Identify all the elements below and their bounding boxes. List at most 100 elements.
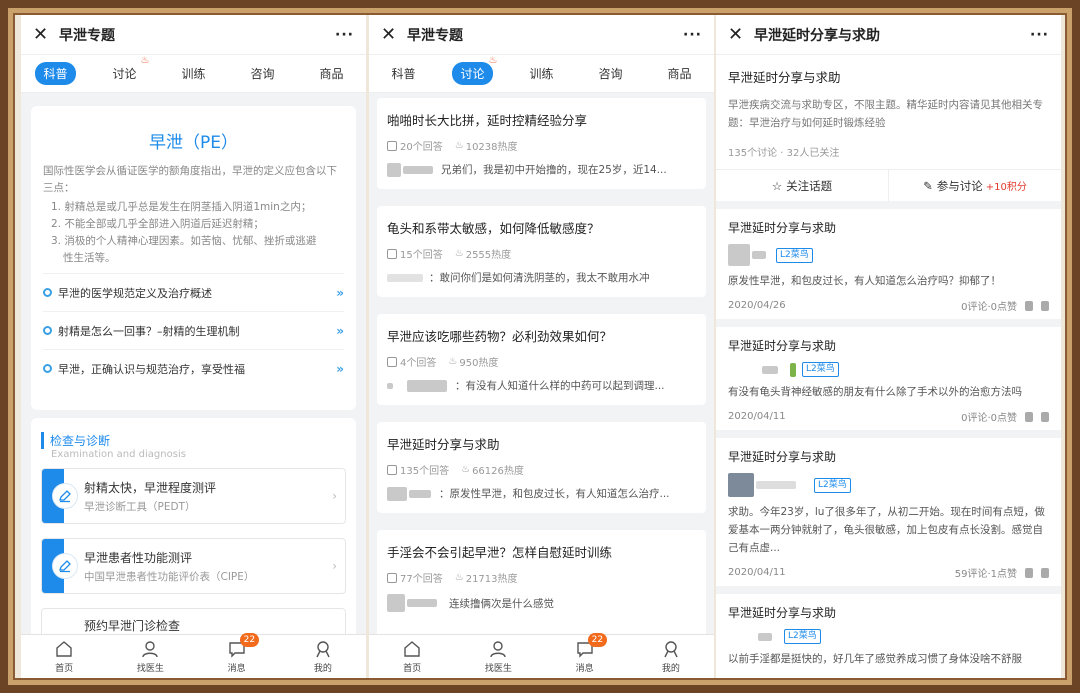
article-link[interactable]: 射精是怎么一回事？–射精的生理机制 »	[43, 311, 344, 349]
page-title: 早泄专题	[407, 27, 463, 44]
post-card[interactable]: 早泄延时分享与求助 135个回答 ♨ 66126热度 ：原发性早泄，和包皮过长，有人…	[377, 422, 706, 513]
discussion-entry[interactable]: 早泄延时分享与求助 L2菜鸟 原发性早泄，和包皮过长，有人知道怎么治疗吗？抑郁了…	[716, 209, 1061, 327]
pe-point: 1. 射精总是或几乎总是发生在阴茎插入阴道1min之内；	[51, 201, 312, 213]
assessment-tool-cipe[interactable]: 早泄患者性功能测评 中国早泄患者性功能评价表（CIPE） ›	[41, 538, 346, 594]
username-blurred	[756, 481, 796, 489]
heat-count: 66126热度	[472, 466, 524, 477]
answer-icon	[387, 140, 397, 151]
more-icon[interactable]: ···	[335, 27, 354, 43]
user-level-badge: L2菜鸟	[784, 629, 821, 644]
pe-point: 2. 不能全部或几乎全部进入阴道后延迟射精；	[51, 218, 264, 230]
pe-intro: 国际性医学会从循证医学的额角度指出，早泄的定义应包含以下三点：	[43, 165, 337, 194]
answer-icon	[387, 356, 397, 367]
nav-messages[interactable]: 消息 22	[212, 633, 262, 674]
tab-discussion[interactable]: 讨论 ♨	[104, 55, 149, 85]
discussion-entry[interactable]: 早泄延时分享与求助 L2菜鸟 以前手淫都是挺快的，好几年了感觉养成习惯了身体没啥…	[716, 594, 1061, 678]
nav-home[interactable]: 首页	[387, 639, 437, 674]
more-icon[interactable]: ···	[1030, 27, 1049, 43]
reply-count: 4个回答	[400, 358, 437, 369]
post-meta: 135个回答 ♨ 66126热度	[387, 462, 696, 477]
mic-icon[interactable]	[1025, 567, 1033, 578]
user-level-badge: L2菜鸟	[802, 362, 839, 377]
edit-icon: ✎	[923, 178, 933, 193]
section-subtitle: Examination and diagnosis	[51, 449, 186, 460]
post-title: 早泄应该吃哪些药物？必利劲效果如何？	[387, 329, 613, 344]
post-excerpt: ：敢问你们是如何清洗阴茎的，我太不敢用水冲	[387, 270, 696, 285]
tab-products[interactable]: 商品	[659, 62, 699, 85]
join-discussion-button[interactable]: ✎ 参与讨论 +10积分	[888, 170, 1061, 201]
follow-topic-button[interactable]: ☆ 关注话题	[716, 170, 888, 201]
entry-date: 2020/04/11	[728, 567, 786, 578]
close-icon[interactable]: ✕	[381, 24, 407, 45]
article-link[interactable]: 早泄的医学规范定义及治疗概述 »	[43, 273, 344, 311]
tab-popular-science[interactable]: 科普	[35, 62, 76, 85]
tab-products[interactable]: 商品	[311, 62, 351, 85]
article-link[interactable]: 早泄，正确认识与规范治疗，享受性福 »	[43, 349, 344, 387]
nav-label: 找医生	[484, 664, 512, 674]
post-card[interactable]: 啪啪时长大比拼，延时控精经验分享 20个回答 ♨ 10238热度 兄弟们，我是初中开…	[377, 98, 706, 189]
bottom-nav: 首页 找医生 消息 22 我的	[369, 633, 714, 678]
nav-me[interactable]: 我的	[646, 639, 696, 674]
post-card[interactable]: 早泄应该吃哪些药物？必利劲效果如何？ 4个回答 ♨ 950热度 ：有没有人知道什么样…	[377, 314, 706, 405]
excerpt-text: 连续撸俩次是什么感觉	[449, 597, 554, 610]
screen-popular-science: ✕ 早泄专题 ··· 科普 讨论 ♨ 训练 咨询 商品 早泄（PE） 国际性医学会…	[21, 15, 366, 678]
reply-count: 77个回答	[400, 574, 443, 585]
post-card[interactable]: 手淫会不会引起早泄？怎样自慰延时训练 77个回答 ♨ 21713热度 连续撸俩次是什…	[377, 530, 706, 642]
entry-text: 原发性早泄，和包皮过长，有人知道怎么治疗吗？抑郁了！	[728, 275, 1001, 287]
discussion-entry[interactable]: 早泄延时分享与求助 L2菜鸟 求助。今年23岁，lu了很多年了，从初二开始。现在…	[716, 438, 1061, 594]
unread-badge: 22	[239, 633, 260, 647]
post-list: 啪啪时长大比拼，延时控精经验分享 20个回答 ♨ 10238热度 兄弟们，我是初中开…	[369, 94, 714, 642]
nav-find-doctor[interactable]: 找医生	[125, 639, 175, 674]
topic-actions: ☆ 关注话题 ✎ 参与讨论 +10积分	[716, 169, 1061, 209]
username-blurred	[407, 599, 437, 607]
username-blurred	[407, 379, 447, 392]
double-chevron-right-icon: »	[336, 361, 344, 376]
nav-label: 我的	[661, 664, 680, 674]
trash-icon[interactable]	[1041, 411, 1049, 422]
post-card[interactable]: 龟头和系带太敏感，如何降低敏感度？ 15个回答 ♨ 2555热度 ：敢问你们是如何清…	[377, 206, 706, 297]
nav-label: 我的	[313, 664, 332, 674]
unread-badge: 22	[587, 633, 608, 647]
entry-footer: 2020/04/11 0评论·0点赞	[728, 409, 1049, 424]
assessment-tool-pedt[interactable]: 射精太快，早泄程度测评 早泄诊断工具（PEDT） ›	[41, 468, 346, 524]
nav-me[interactable]: 我的	[298, 639, 348, 674]
username-blurred	[387, 273, 423, 282]
flame-icon: ♨	[461, 464, 471, 475]
avatar	[728, 244, 750, 266]
entry-text: 求助。今年23岁，lu了很多年了，从初二开始。现在时间有点短，做爱基本一两分钟就…	[728, 506, 1045, 554]
trash-icon[interactable]	[1041, 300, 1049, 311]
nav-label: 消息	[227, 664, 246, 674]
trash-icon[interactable]	[1041, 567, 1049, 578]
entry-user: L2菜鸟	[728, 473, 1049, 497]
tab-consult[interactable]: 咨询	[242, 62, 282, 85]
mic-icon[interactable]	[1025, 411, 1033, 422]
tab-discussion[interactable]: 讨论 ♨	[452, 55, 498, 85]
nav-messages[interactable]: 消息 22	[560, 633, 610, 674]
discussion-entry[interactable]: 早泄延时分享与求助 L2菜鸟 有没有龟头背神经敏感的朋友有什么除了手术以外的治愈…	[716, 327, 1061, 438]
entry-title: 早泄延时分享与求助	[728, 221, 837, 235]
top-bar: ✕ 早泄专题 ···	[369, 15, 714, 55]
nav-find-doctor[interactable]: 找医生	[473, 639, 523, 674]
entry-title: 早泄延时分享与求助	[728, 339, 837, 353]
flame-icon: ♨	[448, 356, 458, 367]
article-link-label: 早泄，正确认识与规范治疗，享受性福	[58, 362, 245, 376]
profile-icon	[664, 641, 678, 658]
post-meta: 4个回答 ♨ 950热度	[387, 354, 696, 369]
screen-topic-detail: ✕ 早泄延时分享与求助 ··· 早泄延时分享与求助 早泄疾病交流与求助专区，不限…	[716, 15, 1061, 678]
tab-popular-science[interactable]: 科普	[383, 62, 423, 85]
close-icon[interactable]: ✕	[728, 24, 754, 45]
tab-training[interactable]: 训练	[173, 62, 213, 85]
close-icon[interactable]: ✕	[33, 24, 59, 45]
mic-icon[interactable]	[1025, 300, 1033, 311]
more-icon[interactable]: ···	[683, 27, 702, 43]
tab-consult[interactable]: 咨询	[590, 62, 630, 85]
chevron-right-icon: ›	[332, 489, 337, 503]
tab-training[interactable]: 训练	[521, 62, 561, 85]
pencil-icon	[52, 483, 78, 509]
bullet-circle-icon	[43, 326, 52, 335]
nav-home[interactable]: 首页	[39, 639, 89, 674]
home-icon	[404, 641, 420, 657]
post-title: 早泄延时分享与求助	[387, 437, 500, 452]
username-blurred	[403, 165, 433, 174]
reply-count: 135个回答	[400, 466, 450, 477]
